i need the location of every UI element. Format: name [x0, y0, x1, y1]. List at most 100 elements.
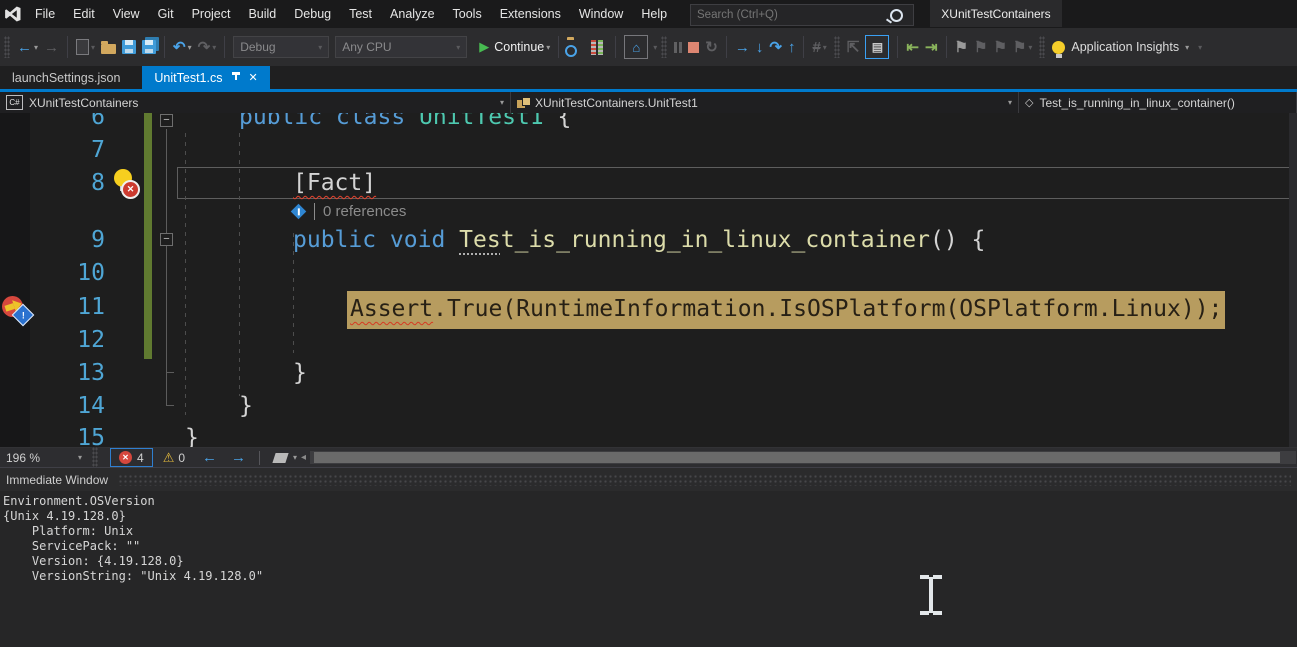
application-insights-button[interactable]: Application Insights ▾	[1049, 35, 1192, 59]
breakpoint-indicator[interactable]: !	[2, 293, 34, 329]
immediate-window-header[interactable]: Immediate Window	[0, 468, 1297, 491]
find-in-files-button[interactable]	[564, 35, 588, 59]
fold-collapse-icon[interactable]: −	[160, 233, 173, 246]
menu-project[interactable]: Project	[183, 0, 240, 28]
search-box[interactable]	[690, 4, 914, 26]
scroll-left-icon[interactable]: ◂	[297, 452, 310, 463]
menu-tools[interactable]: Tools	[444, 0, 491, 28]
redo-button[interactable]: ↷▾	[195, 35, 220, 59]
chevron-down-icon[interactable]: ▾	[1028, 43, 1032, 52]
compare-files-button[interactable]	[588, 35, 610, 59]
back-caret-icon[interactable]: ▾	[34, 43, 38, 52]
horizontal-scrollbar[interactable]	[310, 451, 1296, 464]
code-line-13[interactable]: 13}	[0, 357, 1297, 390]
pin-icon[interactable]	[230, 72, 242, 84]
solution-configuration-dropdown[interactable]: Debug▾	[233, 36, 329, 58]
home-button[interactable]: ⌂	[621, 35, 651, 59]
open-file-button[interactable]	[98, 35, 119, 59]
line-number[interactable]: 7	[60, 134, 105, 167]
toggle-whitespace-button[interactable]: #▾	[809, 35, 829, 59]
code-text[interactable]: [Fact]	[293, 167, 376, 200]
line-number[interactable]: 6	[60, 113, 105, 134]
menu-window[interactable]: Window	[570, 0, 632, 28]
line-number[interactable]: 8	[60, 167, 105, 200]
code-line-6[interactable]: 6 − public class UnitTest1 {	[0, 113, 1297, 134]
stop-button[interactable]	[685, 35, 702, 59]
unindent-button[interactable]: ⇤	[903, 35, 922, 59]
undo-button[interactable]: ↶▾	[170, 35, 195, 59]
search-input[interactable]	[691, 8, 890, 22]
next-issue-button[interactable]: →	[224, 449, 253, 466]
code-line-14[interactable]: 14}	[0, 390, 1297, 423]
code-editor[interactable]: 6 − public class UnitTest1 { 78 [Fact] 0 refe…	[0, 113, 1297, 447]
app-insights-caret-icon[interactable]: ▾	[1185, 43, 1189, 52]
code-cleanup-icon[interactable]	[272, 453, 288, 463]
next-bookmark-button[interactable]: ⚑	[990, 35, 1009, 59]
restart-button[interactable]: ↻	[702, 35, 721, 59]
insert-snippet-button[interactable]: ⇱	[844, 35, 863, 59]
continue-caret-icon[interactable]: ▾	[546, 43, 550, 52]
menu-analyze[interactable]: Analyze	[381, 0, 443, 28]
error-count-button[interactable]: ✕ 4	[110, 448, 153, 467]
redo-caret-icon[interactable]: ▾	[212, 43, 216, 52]
codelens-references-link[interactable]: 0 references	[293, 199, 406, 223]
scrollbar-thumb[interactable]	[314, 452, 1280, 463]
project-dropdown[interactable]: C# XUnitTestContainers ▾	[0, 92, 511, 113]
splitter-grip[interactable]	[92, 447, 98, 469]
solution-platform-dropdown[interactable]: Any CPU▾	[335, 36, 467, 58]
new-file-caret-icon[interactable]: ▾	[91, 43, 95, 52]
tab-launchsettings[interactable]: launchSettings.json	[0, 66, 132, 89]
pause-button[interactable]	[671, 35, 685, 59]
code-line-7[interactable]: 7	[0, 134, 1297, 167]
member-dropdown[interactable]: ◇ Test_is_running_in_linux_container()	[1019, 92, 1297, 113]
code-line-8[interactable]: 8 [Fact]	[0, 167, 1297, 200]
menu-test[interactable]: Test	[340, 0, 381, 28]
navigate-back-button[interactable]: ←▾	[14, 35, 41, 59]
tab-unittest1[interactable]: UnitTest1.cs ✕	[142, 66, 269, 89]
quick-actions-lightbulb[interactable]: ✕	[108, 169, 142, 201]
toolbar-grip[interactable]	[834, 36, 840, 58]
search-icon[interactable]	[890, 9, 903, 22]
toolbar-grip[interactable]	[661, 36, 667, 58]
warning-count-button[interactable]: ⚠ 0	[153, 450, 195, 466]
save-all-button[interactable]	[139, 35, 159, 59]
navigate-forward-button[interactable]: →	[41, 35, 62, 59]
save-button[interactable]	[119, 35, 139, 59]
code-text[interactable]: public class UnitTest1 {	[239, 113, 571, 134]
menu-extensions[interactable]: Extensions	[491, 0, 570, 28]
menu-help[interactable]: Help	[632, 0, 676, 28]
chevron-down-icon[interactable]: ▾	[823, 43, 827, 52]
continue-button[interactable]: ▶ Continue ▾	[476, 35, 553, 59]
line-number[interactable]: 10	[60, 257, 105, 290]
code-text[interactable]: }	[293, 357, 307, 390]
toolbar-overflow-icon[interactable]: ▾	[653, 43, 657, 52]
code-line-15[interactable]: 15}	[0, 422, 1297, 447]
menu-build[interactable]: Build	[239, 0, 285, 28]
toolbar-grip[interactable]	[4, 36, 10, 58]
immediate-window-content[interactable]: Environment.OSVersion{Unix 4.19.128.0} P…	[0, 491, 1297, 584]
code-line-10[interactable]: 10	[0, 257, 1297, 290]
step-into-button[interactable]: ↓	[753, 35, 767, 59]
toolbar-grip[interactable]	[1039, 36, 1045, 58]
toolbar-overflow-icon[interactable]: ▾	[1198, 43, 1202, 52]
menu-file[interactable]: File	[26, 0, 64, 28]
menu-debug[interactable]: Debug	[285, 0, 340, 28]
zoom-selector[interactable]: 196 % ▾	[0, 451, 88, 465]
step-out-button[interactable]: ↑	[785, 35, 799, 59]
line-number[interactable]: 11	[60, 291, 105, 324]
undo-caret-icon[interactable]: ▾	[188, 43, 192, 52]
new-file-button[interactable]: ▾	[73, 35, 98, 59]
code-text[interactable]: }	[185, 422, 199, 447]
codelens-text[interactable]: 0 references	[314, 203, 406, 220]
toggle-bookmark-button[interactable]: ⚑	[952, 35, 971, 59]
code-line-12[interactable]: 12	[0, 324, 1297, 357]
toggle-structure-button[interactable]: ▤	[862, 35, 892, 59]
type-dropdown[interactable]: XUnitTestContainers.UnitTest1 ▾	[511, 92, 1019, 113]
line-number[interactable]: 12	[60, 324, 105, 357]
indent-button[interactable]: ⇥	[922, 35, 941, 59]
menu-view[interactable]: View	[104, 0, 149, 28]
close-icon[interactable]: ✕	[249, 71, 258, 84]
line-number[interactable]: 13	[60, 357, 105, 390]
fold-collapse-icon[interactable]: −	[160, 114, 173, 127]
code-text[interactable]: }	[239, 390, 253, 423]
